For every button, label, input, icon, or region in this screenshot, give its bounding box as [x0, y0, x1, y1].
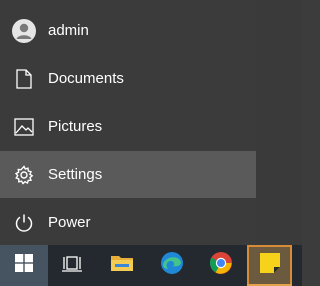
start-menu-item-documents[interactable]: Documents [0, 55, 256, 102]
start-menu-item-label: Settings [48, 166, 103, 183]
power-icon [0, 213, 48, 233]
sticky-notes-icon [259, 252, 281, 279]
start-menu: admin Documents Pictures Settings Power [0, 0, 302, 245]
file-explorer-button[interactable] [98, 245, 146, 286]
task-view-icon [62, 254, 82, 277]
edge-button[interactable] [148, 245, 196, 286]
start-menu-item-pictures[interactable]: Pictures [0, 103, 256, 150]
windows-logo-icon [15, 254, 33, 277]
start-menu-item-label: admin [48, 22, 89, 39]
chrome-icon [209, 251, 233, 280]
folder-icon [110, 253, 134, 278]
gear-icon [0, 164, 48, 185]
edge-icon [160, 251, 184, 280]
sticky-notes-button[interactable] [247, 245, 292, 286]
start-menu-item-power[interactable]: Power [0, 199, 256, 246]
pictures-icon [0, 117, 48, 136]
start-menu-item-label: Documents [48, 70, 124, 87]
document-icon [0, 68, 48, 89]
user-avatar-icon [0, 18, 48, 44]
start-menu-item-settings[interactable]: Settings [0, 151, 256, 198]
start-menu-item-label: Power [48, 214, 91, 231]
task-view-button[interactable] [48, 245, 96, 286]
chrome-button[interactable] [197, 245, 245, 286]
start-menu-item-user[interactable]: admin [0, 7, 256, 54]
start-menu-item-label: Pictures [48, 118, 103, 135]
start-button[interactable] [0, 245, 48, 286]
start-menu-right-panel [256, 0, 302, 245]
taskbar [0, 245, 302, 286]
